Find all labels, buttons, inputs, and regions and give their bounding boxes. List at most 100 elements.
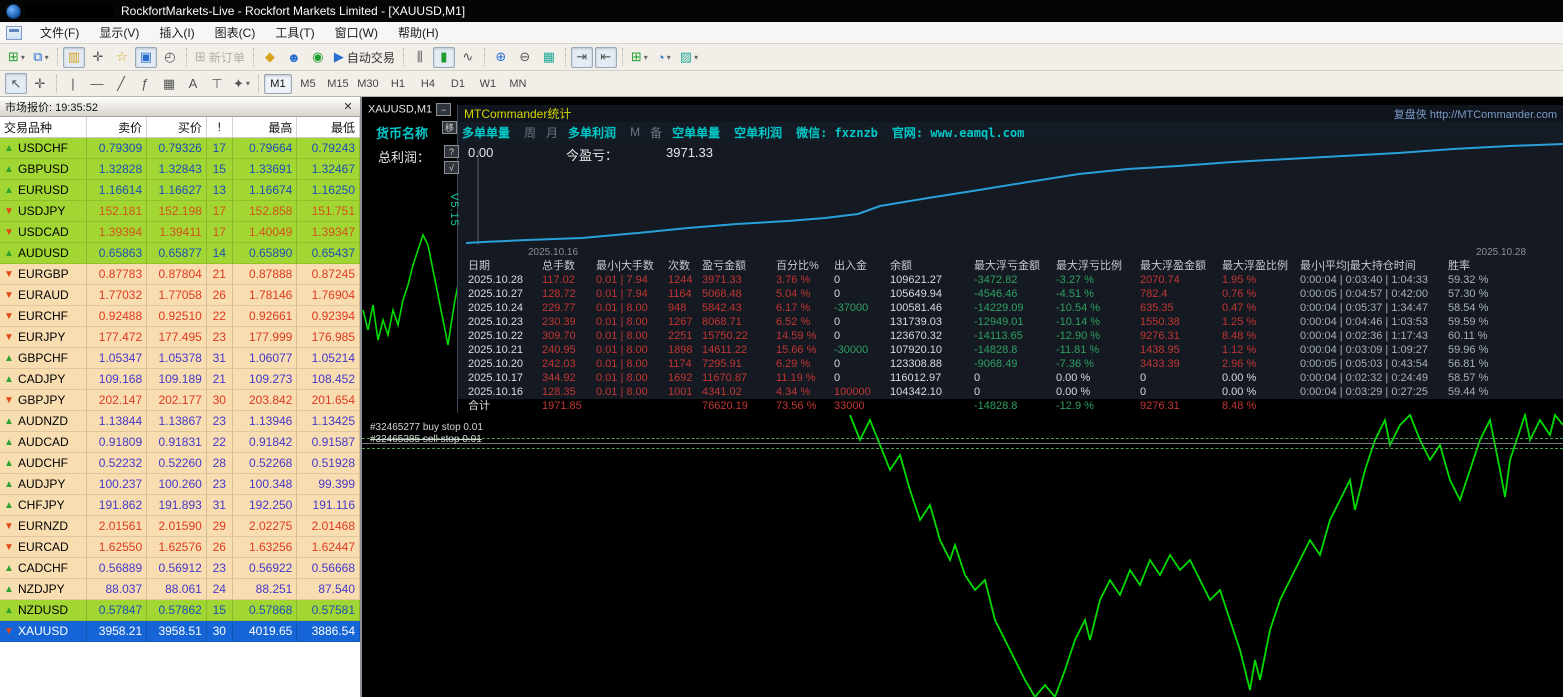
data-window-button[interactable]: ✛ <box>87 47 109 68</box>
timeframe-button-m5[interactable]: M5 <box>294 74 322 94</box>
ask-price: 2.01590 <box>147 516 207 537</box>
market-watch-row-audchf[interactable]: ▲ AUDCHF 0.52232 0.52260 28 0.52268 0.51928 <box>0 453 360 474</box>
indicators-button[interactable]: ⊞ ▾ <box>628 47 651 68</box>
timeframe-button-m15[interactable]: M15 <box>324 74 352 94</box>
menu-item[interactable]: 窗口(W) <box>325 21 388 44</box>
spread: 22 <box>206 432 233 453</box>
market-watch-row-gbpchf[interactable]: ▲ GBPCHF 1.05347 1.05378 31 1.06077 1.05214 <box>0 348 360 369</box>
market-watch-row-audjpy[interactable]: ▲ AUDJPY 100.237 100.260 23 100.348 99.399 <box>0 474 360 495</box>
check-button[interactable]: √ <box>444 161 459 174</box>
timeframe-button-w1[interactable]: W1 <box>474 74 502 94</box>
bid-price: 0.65863 <box>87 243 148 264</box>
timeframe-button-mn[interactable]: MN <box>504 74 532 94</box>
crosshair-button[interactable]: ✛ <box>29 73 51 94</box>
templates-button[interactable]: ▨ ▾ <box>677 47 701 68</box>
market-watch-row-eurchf[interactable]: ▼ EURCHF 0.92488 0.92510 22 0.92661 0.92394 <box>0 306 360 327</box>
new-chart-button[interactable]: ⊞ ▾ <box>5 47 28 68</box>
menu-item[interactable]: 插入(I) <box>149 21 204 44</box>
community-button[interactable]: ☻ <box>283 47 305 68</box>
market-watch-row-eurcad[interactable]: ▼ EURCAD 1.62550 1.62576 26 1.63256 1.62447 <box>0 537 360 558</box>
market-watch-row-chfjpy[interactable]: ▲ CHFJPY 191.862 191.893 31 192.250 191.116 <box>0 495 360 516</box>
ask-price: 0.52260 <box>147 453 207 474</box>
market-watch-row-usdcad[interactable]: ▼ USDCAD 1.39394 1.39411 17 1.40049 1.39347 <box>0 222 360 243</box>
market-watch-row-nzdjpy[interactable]: ▲ NZDJPY 88.037 88.061 24 88.251 87.540 <box>0 579 360 600</box>
menu-item[interactable]: 显示(V) <box>89 21 149 44</box>
trendline-button[interactable]: ╱ <box>110 73 132 94</box>
market-watch-row-xauusd[interactable]: ▼ XAUUSD 3958.21 3958.51 30 4019.65 3886.54 <box>0 621 360 642</box>
line-chart-button[interactable]: ∿ <box>457 47 479 68</box>
bar-chart-button[interactable]: ⫼ <box>409 47 431 68</box>
close-icon[interactable]: ✕ <box>341 100 355 113</box>
stats-table-row: 2025.10.16 128.35 0.01 | 8.00 1001 4341.02 4.… <box>468 385 1554 399</box>
sell-stop-order-line[interactable] <box>362 448 1563 449</box>
market-watch-row-audusd[interactable]: ▲ AUDUSD 0.65863 0.65877 14 0.65890 0.65437 <box>0 243 360 264</box>
periods-button[interactable]: ◔ ▾ <box>653 47 675 68</box>
market-watch-row-nzdusd[interactable]: ▲ NZDUSD 0.57847 0.57862 15 0.57868 0.57581 <box>0 600 360 621</box>
move-button[interactable]: 移 <box>442 121 457 134</box>
buy-stop-order-line[interactable] <box>362 438 1563 439</box>
fibonacci-button[interactable]: ƒ <box>134 73 156 94</box>
market-watch-row-audcad[interactable]: ▲ AUDCAD 0.91809 0.91831 22 0.91842 0.91587 <box>0 432 360 453</box>
down-arrow-icon: ▼ <box>4 541 14 553</box>
autotrading-button[interactable]: ▶ 自动交易 <box>331 47 398 68</box>
stats-header-item[interactable]: M <box>630 125 640 139</box>
vertical-line-button[interactable]: | <box>62 73 84 94</box>
menu-item[interactable]: 工具(T) <box>265 21 324 44</box>
text-button[interactable]: A <box>182 73 204 94</box>
market-watch-row-eurnzd[interactable]: ▼ EURNZD 2.01561 2.01590 29 2.02275 2.01468 <box>0 516 360 537</box>
chart-shift-button[interactable]: ⇤ <box>594 46 617 68</box>
timeframe-button-m1[interactable]: M1 <box>263 73 292 94</box>
tile-windows-button[interactable]: ▦ <box>538 47 560 68</box>
market-watch-row-eurusd[interactable]: ▲ EURUSD 1.16614 1.16627 13 1.16674 1.16250 <box>0 180 360 201</box>
market-watch-column-header[interactable]: 买价 <box>147 117 207 137</box>
market-watch-column-header[interactable]: 最高 <box>233 117 298 137</box>
menu-item[interactable]: 文件(F) <box>30 21 89 44</box>
market-watch-row-usdchf[interactable]: ▲ USDCHF 0.79309 0.79326 17 0.79664 0.79243 <box>0 138 360 159</box>
arrows-button[interactable]: ✦ ▾ <box>230 73 253 94</box>
chart-profiles-button[interactable]: ⧉ ▾ <box>30 47 52 68</box>
market-watch-row-cadchf[interactable]: ▲ CADCHF 0.56889 0.56912 23 0.56922 0.56668 <box>0 558 360 579</box>
market-watch-row-gbpjpy[interactable]: ▼ GBPJPY 202.147 202.177 30 203.842 201.654 <box>0 390 360 411</box>
candlestick-chart-button[interactable]: ▮ <box>432 46 455 68</box>
timeframe-button-h1[interactable]: H1 <box>384 74 412 94</box>
market-watch-row-usdjpy[interactable]: ▼ USDJPY 152.181 152.198 17 152.858 151.751 <box>0 201 360 222</box>
market-watch-row-gbpusd[interactable]: ▲ GBPUSD 1.32828 1.32843 15 1.33691 1.32467 <box>0 159 360 180</box>
metaeditor-button[interactable]: ◆ <box>259 47 281 68</box>
minimize-panel-button[interactable]: − <box>436 103 452 116</box>
market-watch-button[interactable]: ▥ <box>62 46 85 68</box>
stats-cell: 107920.10 <box>890 344 942 356</box>
watermark-link[interactable]: 复盘侠 http://MTCommander.com <box>1394 106 1557 122</box>
stats-header-item[interactable]: 备 <box>650 124 662 141</box>
help-button[interactable]: ? <box>444 145 459 158</box>
timeframe-button-d1[interactable]: D1 <box>444 74 472 94</box>
menu-item[interactable]: 图表(C) <box>205 21 266 44</box>
stats-header-item[interactable]: 月 <box>546 124 558 141</box>
menu-item[interactable]: 帮助(H) <box>388 21 449 44</box>
market-watch-row-eurjpy[interactable]: ▼ EURJPY 177.472 177.495 23 177.999 176.985 <box>0 327 360 348</box>
market-watch-row-audnzd[interactable]: ▲ AUDNZD 1.13844 1.13867 23 1.13946 1.13425 <box>0 411 360 432</box>
timeframe-button-m30[interactable]: M30 <box>354 74 382 94</box>
zoom-in-button[interactable]: ⊕ <box>490 47 512 68</box>
chart-window[interactable]: XAUUSD,M1− 货币名称 移 总利润： ? √ V5.15 #324652… <box>362 97 1563 697</box>
market-watch-row-euraud[interactable]: ▼ EURAUD 1.77032 1.77058 26 1.78146 1.76904 <box>0 285 360 306</box>
market-watch-column-header[interactable]: 卖价 <box>87 117 148 137</box>
new-order-button[interactable]: ⊞ 新订单 <box>192 47 248 68</box>
grid-button[interactable]: ▦ <box>158 73 180 94</box>
bid-price: 0.52232 <box>87 453 148 474</box>
market-watch-column-header[interactable]: ! <box>207 117 233 137</box>
navigator-button[interactable]: ☆ <box>111 47 133 68</box>
market-watch-row-eurgbp[interactable]: ▼ EURGBP 0.87783 0.87804 21 0.87888 0.87245 <box>0 264 360 285</box>
stats-header-item[interactable]: 周 <box>524 124 536 141</box>
zoom-out-button[interactable]: ⊖ <box>514 47 536 68</box>
timeframe-button-h4[interactable]: H4 <box>414 74 442 94</box>
strategy-tester-button[interactable]: ◴ <box>159 47 181 68</box>
market-watch-row-cadjpy[interactable]: ▲ CADJPY 109.168 109.189 21 109.273 108.452 <box>0 369 360 390</box>
horizontal-line-button[interactable]: — <box>86 73 108 94</box>
text-label-button[interactable]: ⊤ <box>206 73 228 94</box>
signals-button[interactable]: ◉ <box>307 47 329 68</box>
auto-scroll-button[interactable]: ⇥ <box>570 46 593 68</box>
terminal-button[interactable]: ▣ <box>134 46 157 68</box>
market-watch-column-header[interactable]: 最低 <box>297 117 361 137</box>
cursor-button[interactable]: ↖ <box>5 73 27 94</box>
market-watch-column-header[interactable]: 交易品种 <box>0 117 88 137</box>
